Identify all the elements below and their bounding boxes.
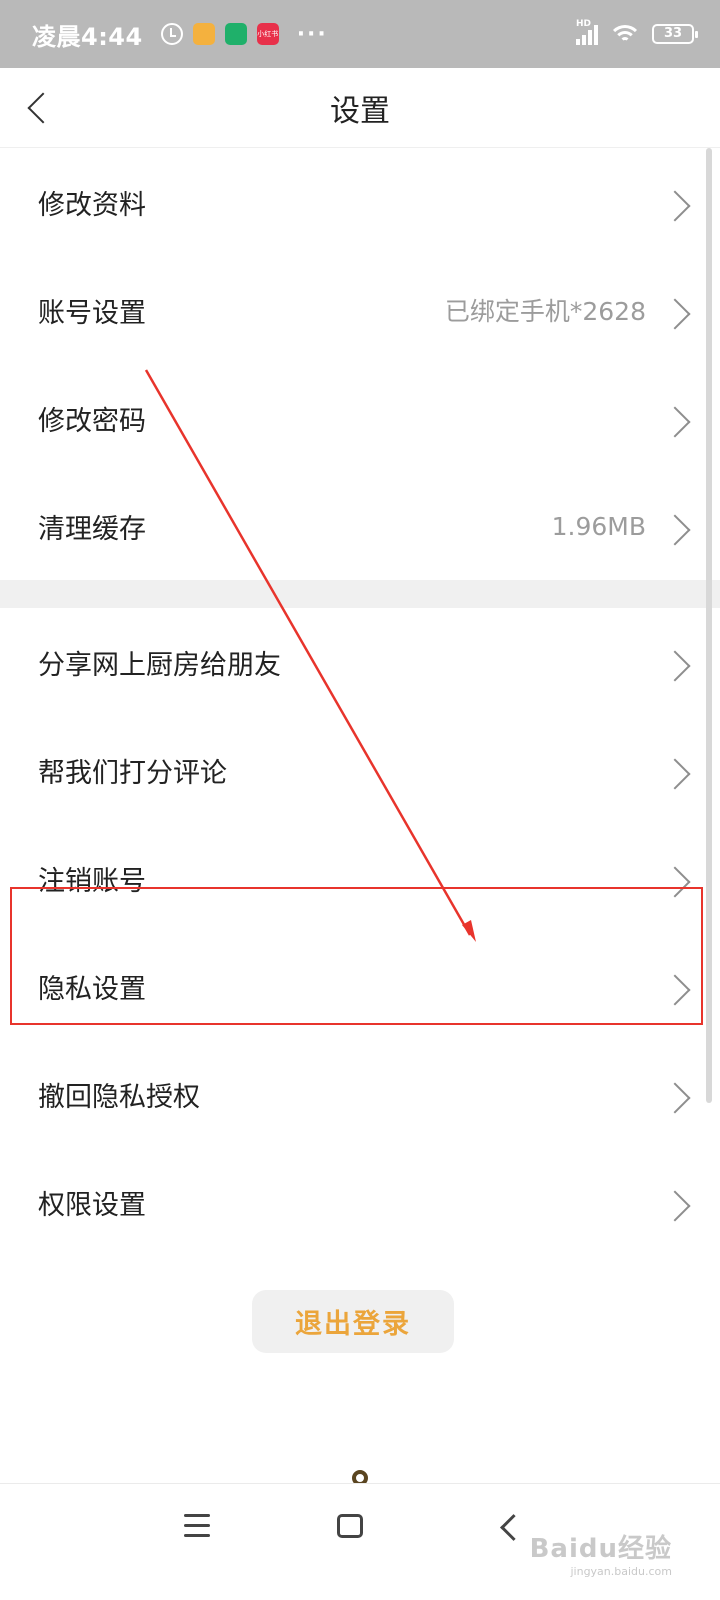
chevron-right-icon — [664, 299, 686, 321]
settings-item-clear-cache[interactable]: 清理缓存 1.96MB — [0, 472, 720, 580]
chevron-right-icon — [664, 191, 686, 213]
settings-item-delete-account[interactable]: 注销账号 — [0, 824, 720, 932]
hd-label: HD — [576, 19, 592, 29]
chevron-right-icon — [664, 759, 686, 781]
more-notifications-icon: ··· — [296, 21, 328, 47]
settings-item-label: 权限设置 — [38, 1189, 146, 1221]
settings-item-label: 修改资料 — [38, 189, 146, 221]
logout-button[interactable]: 退出登录 — [252, 1290, 454, 1353]
status-right: HD 33 — [576, 19, 698, 45]
chevron-right-icon — [664, 651, 686, 673]
settings-item-label: 撤回隐私授权 — [38, 1081, 200, 1113]
chevron-right-icon — [664, 1191, 686, 1213]
xiaohongshu-app-icon: 小红书 — [256, 23, 279, 45]
settings-item-privacy[interactable]: 隐私设置 — [0, 932, 720, 1040]
status-left: 凌晨4:44 小红书 ··· — [32, 17, 328, 52]
settings-item-label: 分享网上厨房给朋友 — [38, 649, 281, 681]
watermark-logo: Baidu经验 — [529, 1534, 672, 1564]
section-divider — [0, 580, 720, 608]
settings-item-label: 修改密码 — [38, 405, 146, 437]
settings-item-revoke-privacy[interactable]: 撤回隐私授权 — [0, 1040, 720, 1148]
settings-item-change-password[interactable]: 修改密码 — [0, 364, 720, 472]
status-time: 凌晨4:44 — [32, 22, 143, 51]
chevron-right-icon — [664, 515, 686, 537]
chevron-right-icon — [664, 975, 686, 997]
page-title: 设置 — [330, 93, 390, 129]
menu-icon[interactable] — [184, 1514, 210, 1538]
watermark-url: jingyan.baidu.com — [570, 1565, 672, 1578]
settings-item-label: 清理缓存 — [38, 513, 146, 545]
settings-item-label: 注销账号 — [38, 865, 146, 897]
cache-size-value: 1.96MB — [551, 511, 646, 541]
footer-logo-fragment — [348, 1470, 372, 1484]
shield-app-icon — [224, 23, 247, 45]
back-button[interactable] — [18, 88, 58, 128]
back-icon[interactable] — [494, 1512, 522, 1540]
chevron-right-icon — [664, 407, 686, 429]
chevron-right-icon — [664, 1083, 686, 1105]
header-bar: 设置 — [0, 68, 720, 148]
settings-item-share[interactable]: 分享网上厨房给朋友 — [0, 608, 720, 716]
settings-item-permissions[interactable]: 权限设置 — [0, 1148, 720, 1256]
signal-icon: HD — [576, 19, 598, 45]
scrollbar[interactable] — [706, 148, 712, 1103]
chevron-right-icon — [664, 867, 686, 889]
settings-item-label: 账号设置 — [38, 297, 146, 329]
battery-icon: 33 — [652, 24, 698, 44]
status-bar: 凌晨4:44 小红书 ··· HD 33 — [0, 0, 720, 68]
wifi-icon — [610, 23, 640, 45]
home-icon[interactable] — [337, 1514, 363, 1538]
settings-item-label: 隐私设置 — [38, 973, 146, 1005]
photo-app-icon — [192, 23, 215, 45]
settings-item-label: 帮我们打分评论 — [38, 757, 227, 789]
bound-phone-value: 已绑定手机*2628 — [444, 297, 646, 326]
alarm-icon — [160, 23, 183, 45]
settings-item-edit-profile[interactable]: 修改资料 — [0, 148, 720, 256]
settings-list: 修改资料 账号设置 已绑定手机*2628 修改密码 清理缓存 1.96MB 分享… — [0, 148, 720, 1256]
watermark: Baidu经验 jingyan.baidu.com — [530, 1528, 672, 1578]
settings-item-rate[interactable]: 帮我们打分评论 — [0, 716, 720, 824]
settings-item-account[interactable]: 账号设置 已绑定手机*2628 — [0, 256, 720, 364]
